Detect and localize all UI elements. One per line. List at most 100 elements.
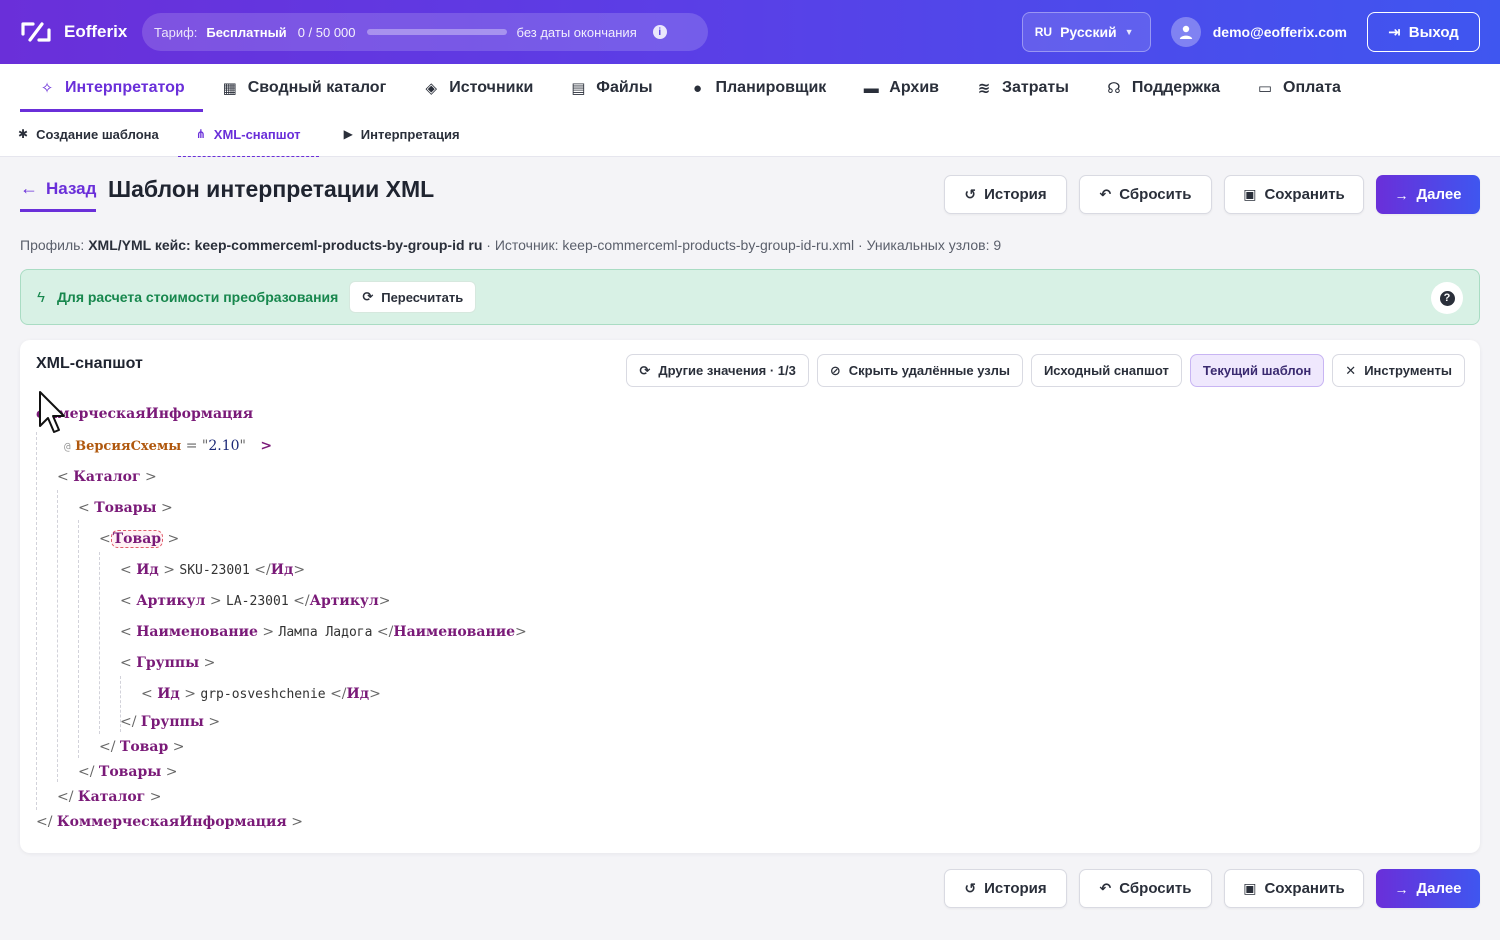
top-bar: Eofferix Тариф: Бесплатный 0 / 50 000 бе… <box>0 0 1500 64</box>
nav-support[interactable]: ☊ Поддержка <box>1087 64 1238 112</box>
floppy-icon: ▣ <box>1243 186 1257 202</box>
coins-icon: ≋ <box>977 80 991 97</box>
nav-scheduler[interactable]: ● Планировщик <box>671 64 845 112</box>
next-label: Далее <box>1416 186 1462 203</box>
xml-node-item-open[interactable]: < Товар > <box>99 530 179 548</box>
xml-node-name[interactable]: < Наименование > Лампа Ладога </Наименов… <box>120 624 527 640</box>
headset-icon: ☊ <box>1107 80 1121 97</box>
user-menu[interactable]: demo@eofferix.com <box>1170 17 1347 47</box>
profile-info: Профиль: XML/YML кейс: keep-commerceml-p… <box>20 237 1001 253</box>
tag-name: Товары <box>98 764 162 780</box>
boxes-icon: ▦ <box>222 80 237 97</box>
arrow-left-icon: ← <box>20 178 38 198</box>
xml-node-groups-open[interactable]: < Группы > <box>120 655 215 671</box>
xml-tree: оммерческаяИнформация @ ВерсияСхемы = "2… <box>20 340 1480 853</box>
nav-costs[interactable]: ≋ Затраты <box>957 64 1087 112</box>
nav-files[interactable]: ▤ Файлы <box>551 64 670 112</box>
xml-node-catalog-open[interactable]: < Каталог > <box>57 469 157 485</box>
tag-name: Артикул <box>309 593 379 609</box>
layers-icon: ◈ <box>425 80 438 97</box>
language-select[interactable]: RU Русский ▼ <box>1021 12 1151 52</box>
xml-snapshot-card: XML-снапшот ⟳ Другие значения · 1/3 ⊘ Скры… <box>20 340 1480 853</box>
reset-button[interactable]: ↶ Сбросить <box>1079 869 1212 908</box>
nav-label: Затраты <box>1001 79 1069 96</box>
node-value: SKU-23001 <box>179 563 250 578</box>
xml-node-id[interactable]: < Ид > SKU-23001 </Ид> <box>120 562 305 578</box>
profile-label: Профиль: <box>20 237 85 253</box>
nav-sources[interactable]: ◈ Источники <box>404 64 551 112</box>
brand-logo[interactable]: Eofferix <box>20 20 138 44</box>
next-button[interactable]: → Далее <box>1376 175 1480 214</box>
xml-node-article[interactable]: < Артикул > LA-23001 </Артикул> <box>120 593 391 609</box>
recalculate-label: Пересчитать <box>381 289 464 305</box>
reset-button[interactable]: ↶ Сбросить <box>1079 175 1212 214</box>
mouse-cursor-icon <box>39 391 65 433</box>
history-label: История <box>984 186 1047 203</box>
recalculate-button[interactable]: ⟳ Пересчитать <box>349 281 477 313</box>
history-button[interactable]: ↺ История <box>944 869 1067 908</box>
tree-guide <box>57 490 58 782</box>
nav-payment[interactable]: ▭ Оплата <box>1238 64 1359 112</box>
nav-interpreter[interactable]: ✧ Интерпретатор <box>20 64 203 112</box>
sitemap-icon: ⋔ <box>195 127 206 141</box>
main-nav: ✧ Интерпретатор ▦ Сводный каталог ◈ Источни… <box>0 64 1500 112</box>
nav-catalog[interactable]: ▦ Сводный каталог <box>203 64 405 112</box>
info-icon[interactable]: i <box>652 25 667 39</box>
arrow-right-icon: → <box>1394 880 1409 897</box>
subnav-xml-snapshot[interactable]: ⋔ XML-снапшот <box>177 112 319 157</box>
history-label: История <box>984 880 1047 897</box>
brand-name: Eofferix <box>64 22 128 41</box>
attribute-name: ВерсияСхемы <box>75 439 182 454</box>
tag-name: Ид <box>157 686 180 702</box>
subnav-template-create[interactable]: ✱ Создание шаблона <box>18 112 171 156</box>
node-value: Лампа Ладога <box>278 625 373 640</box>
save-button[interactable]: ▣ Сохранить <box>1224 175 1364 214</box>
xml-node-goods-close[interactable]: </ Товары > <box>78 764 177 780</box>
subnav-label: Интерпретация <box>360 126 460 142</box>
plan-widget: Тариф: Бесплатный 0 / 50 000 без даты ок… <box>142 13 708 51</box>
profile-name: XML/YML кейс: keep-commerceml-products-b… <box>88 237 483 253</box>
back-link[interactable]: ← Назад <box>20 178 97 212</box>
xml-attribute[interactable]: @ ВерсияСхемы = "2.10" > <box>64 438 272 454</box>
undo-icon: ↶ <box>1099 880 1112 896</box>
node-value: LA-23001 <box>226 594 289 609</box>
nav-archive[interactable]: ▬ Архив <box>844 64 957 112</box>
nav-label: Интерпретатор <box>65 79 185 96</box>
tag-name-highlighted: Товар <box>110 530 164 548</box>
tag-name: Ид <box>346 686 370 702</box>
chevron-down-icon: ▼ <box>1124 27 1134 37</box>
avatar <box>1170 17 1201 47</box>
bottom-actions: ↺ История ↶ Сбросить ▣ Сохранить → Далее <box>944 869 1480 908</box>
xml-node-catalog-close[interactable]: </ Каталог > <box>57 789 161 805</box>
plan-label: Тариф: <box>154 24 198 40</box>
nav-label: Сводный каталог <box>247 79 387 96</box>
reset-label: Сбросить <box>1119 186 1192 203</box>
logout-button[interactable]: ⇥ Выход <box>1367 12 1480 52</box>
sub-nav: ✱ Создание шаблона ⋔ XML-снапшот ▶ Интерпре… <box>0 112 1500 157</box>
tag-name: Наименование <box>393 624 516 640</box>
xml-node-groups-close[interactable]: </ Группы > <box>120 714 220 730</box>
xml-node-group-id[interactable]: < Ид > grp-osveshchenie </Ид> <box>141 686 381 702</box>
save-button[interactable]: ▣ Сохранить <box>1224 869 1364 908</box>
back-label: Назад <box>46 178 97 198</box>
tree-guide <box>99 552 100 734</box>
tag-name: Товар <box>119 739 169 755</box>
source-info: · Источник: keep-commerceml-products-by-… <box>486 237 1002 253</box>
subnav-label: XML-снапшот <box>213 126 301 142</box>
xml-node-item-close[interactable]: </ Товар > <box>99 739 184 755</box>
xml-node-goods-open[interactable]: < Товары > <box>78 500 173 516</box>
arrow-right-icon: → <box>1394 186 1409 203</box>
plan-usage: 0 / 50 000 <box>297 24 356 40</box>
subnav-interpretation[interactable]: ▶ Интерпретация <box>344 112 472 156</box>
refresh-icon: ⟳ <box>362 289 374 304</box>
xml-node-root-open[interactable]: оммерческаяИнформация <box>36 406 253 422</box>
bolt-icon: ϟ <box>37 288 45 306</box>
next-button[interactable]: → Далее <box>1376 869 1480 908</box>
logout-label: Выход <box>1408 23 1459 41</box>
history-button[interactable]: ↺ История <box>944 175 1067 214</box>
tag-name: Ид <box>270 562 294 578</box>
xml-node-root-close[interactable]: </ КоммерческаяИнформация > <box>36 814 303 830</box>
tag-name: КоммерческаяИнформация <box>56 814 287 830</box>
help-button[interactable]: ? <box>1431 282 1463 314</box>
notice-text: Для расчета стоимости преобразования <box>56 289 339 305</box>
